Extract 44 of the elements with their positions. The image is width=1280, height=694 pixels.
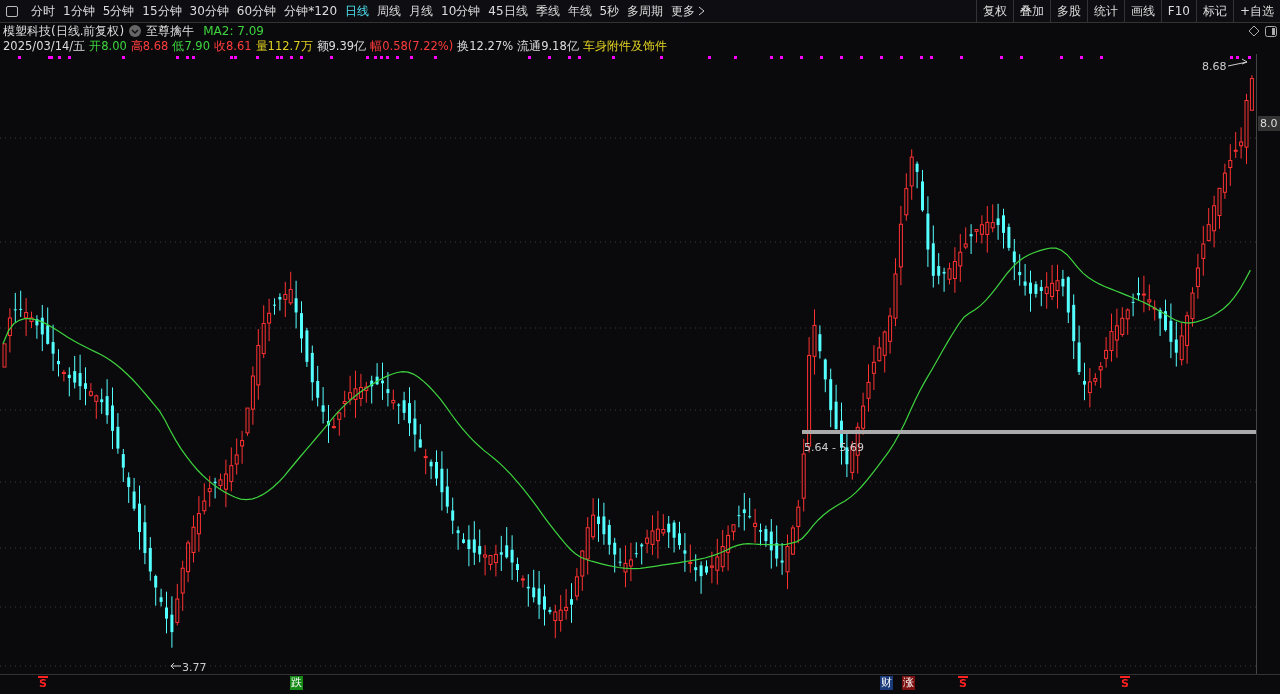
period-tab[interactable]: 60分钟	[232, 1, 281, 21]
quote-field: 2025/03/14/五	[3, 39, 86, 54]
arrow-icon	[1227, 58, 1248, 67]
more-button[interactable]: 更多	[667, 1, 710, 21]
quote-field: 车身附件及饰件	[582, 39, 667, 54]
quote-field: 流通9.18亿	[517, 39, 579, 54]
period-tab[interactable]: 日线	[341, 1, 374, 21]
stock-title: 模塑科技(日线.前复权)	[3, 22, 125, 40]
panel-icon[interactable]	[1265, 25, 1277, 37]
finance-signal: 财	[880, 676, 893, 690]
quote-field: 幅0.58(7.22%)	[370, 39, 454, 54]
period-tab[interactable]: 季线	[531, 1, 564, 21]
quote-field: 开8.00	[89, 39, 127, 54]
period-tab[interactable]: 分钟*120	[280, 1, 342, 21]
quote-field: 高8.68	[130, 39, 169, 54]
quote-field: 量112.7万	[255, 39, 313, 54]
period-tab[interactable]: 5秒	[595, 1, 624, 21]
high-price-label: 8.68	[1202, 60, 1227, 73]
ma-value: MA2: 7.09	[203, 24, 264, 38]
dropdown-icon[interactable]	[129, 25, 142, 37]
quote-field: 换12.27%	[457, 39, 514, 54]
period-tab[interactable]: 多周期	[623, 1, 668, 21]
low-price-label: 3.77	[182, 661, 207, 674]
quote-field: 收8.61	[214, 39, 252, 54]
period-tab[interactable]: 年线	[563, 1, 596, 21]
arrow-icon	[170, 662, 182, 670]
period-tab[interactable]: 10分钟	[437, 1, 485, 21]
period-tab[interactable]: 周线	[373, 1, 406, 21]
period-tab[interactable]: 5分钟	[98, 1, 139, 21]
period-tab[interactable]: 45日线	[484, 1, 532, 21]
price-tag: 8.0	[1258, 116, 1280, 131]
panel-toggle-icon[interactable]	[6, 5, 18, 17]
period-tab[interactable]: 1分钟	[59, 1, 99, 21]
period-tab[interactable]: 分时	[27, 1, 59, 21]
period-tab[interactable]: 月线	[405, 1, 438, 21]
period-tab[interactable]: 30分钟	[185, 1, 233, 21]
quote-field: 额9.39亿	[316, 39, 367, 54]
indicator-name: 至尊擒牛	[146, 22, 195, 40]
period-tab[interactable]: 15分钟	[138, 1, 186, 21]
quote-field: 低7.90	[172, 39, 210, 54]
fall-signal: 跌	[290, 676, 303, 690]
rise-signal: 涨	[902, 676, 915, 690]
diamond-icon[interactable]	[1248, 25, 1260, 37]
chevron-right-icon	[698, 6, 706, 16]
